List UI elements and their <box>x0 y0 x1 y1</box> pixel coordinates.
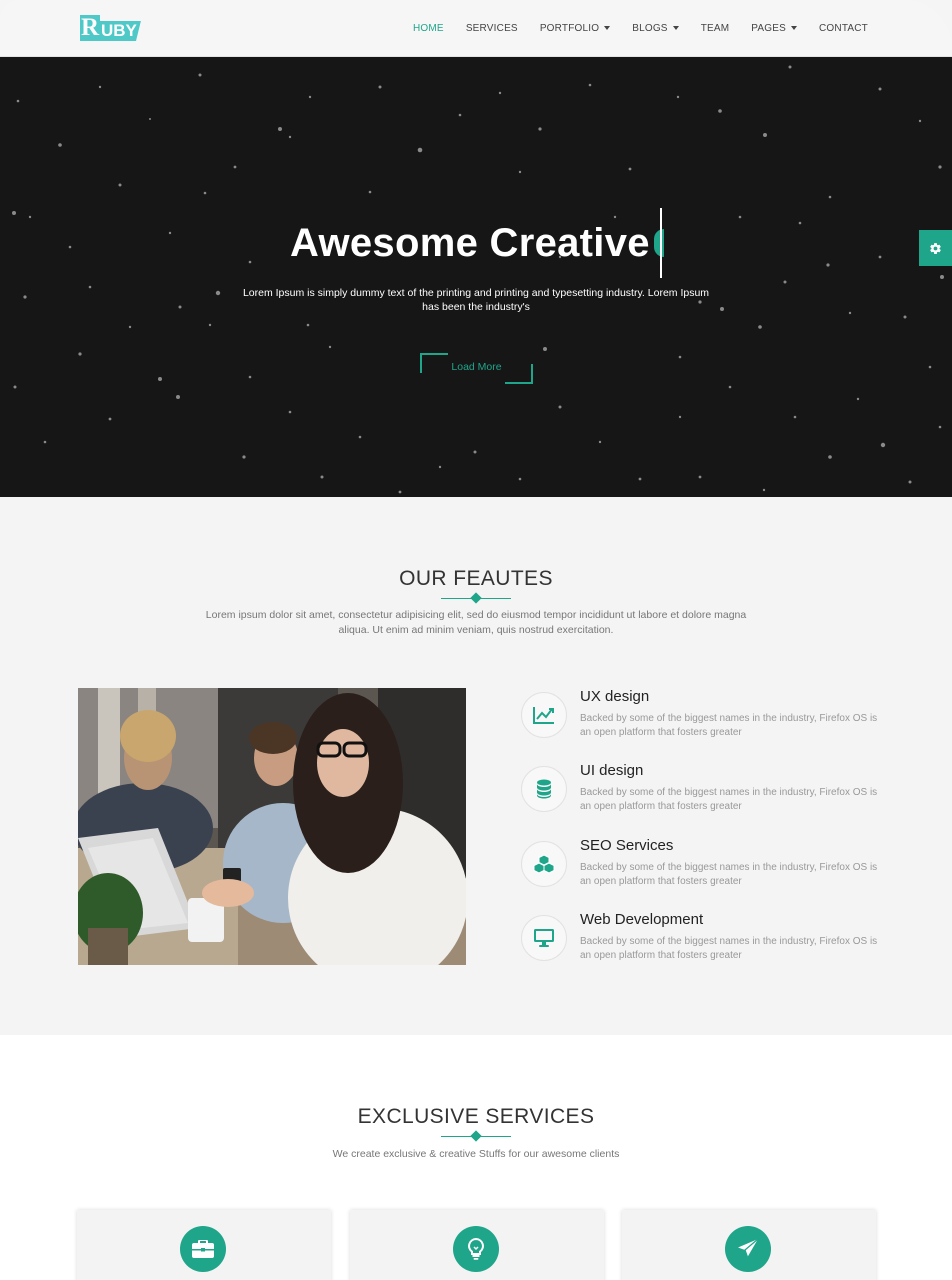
desktop-icon <box>534 929 554 947</box>
nav-label: PORTFOLIO <box>539 22 600 34</box>
caret-down-icon <box>604 26 611 30</box>
service-icon-circle <box>180 1226 226 1272</box>
feature-icon-circle <box>521 766 567 812</box>
nav-item-home[interactable]: HOME <box>413 21 444 35</box>
logo-initial: R <box>80 14 100 41</box>
nav-item-pages[interactable]: PAGES <box>751 21 797 35</box>
lightbulb-icon <box>468 1238 484 1260</box>
feature-icon-circle <box>521 841 567 887</box>
line-chart-icon <box>533 707 554 724</box>
service-icon-circle <box>453 1226 499 1272</box>
caret-down-icon <box>672 26 679 30</box>
hero-title: Awesome Creative <box>290 221 650 265</box>
load-more-button[interactable]: Load More <box>420 353 533 384</box>
load-more-label: Load More <box>451 361 502 373</box>
service-icon-circle <box>725 1226 771 1272</box>
services-section: EXCLUSIVE SERVICES We create exclusive &… <box>0 1035 952 1280</box>
feature-ui-design: UI design Backed by some of the biggest … <box>521 762 881 828</box>
feature-title: Web Development <box>580 911 704 928</box>
feature-text: Backed by some of the biggest names in t… <box>580 936 878 961</box>
hero-text: Lorem Ipsum is simply dummy text of the … <box>242 287 710 313</box>
logo[interactable]: R UBY <box>80 14 150 41</box>
gear-icon <box>930 242 941 254</box>
main-nav: HOME SERVICES PORTFOLIO BLOGS TEAM PAGES… <box>413 21 868 35</box>
title-divider <box>441 594 511 604</box>
nav-label: BLOGS <box>632 22 668 34</box>
logo-text: UBY <box>100 21 141 41</box>
nav-item-blogs[interactable]: BLOGS <box>632 21 679 35</box>
nav-item-portfolio[interactable]: PORTFOLIO <box>539 21 611 35</box>
settings-toggle[interactable] <box>919 230 952 266</box>
features-subtitle: Lorem ipsum dolor sit amet, consectetur … <box>205 609 747 636</box>
nav-label: CONTACT <box>819 22 868 34</box>
typing-highlight <box>654 229 664 257</box>
service-card[interactable] <box>77 1210 331 1280</box>
title-divider <box>441 1132 511 1142</box>
feature-icon-circle <box>521 692 567 738</box>
feature-text: Backed by some of the biggest names in t… <box>580 713 878 738</box>
caret-down-icon <box>791 26 797 30</box>
feature-title: UI design <box>580 762 644 779</box>
services-title: EXCLUSIVE SERVICES <box>357 1105 595 1128</box>
typing-cursor <box>660 208 662 278</box>
nav-item-services[interactable]: SERVICES <box>466 21 518 35</box>
features-section: OUR FEAUTES Lorem ipsum dolor sit amet, … <box>0 497 952 1035</box>
feature-seo-services: SEO Services Backed by some of the bigge… <box>521 837 881 903</box>
nav-label: SERVICES <box>465 22 518 34</box>
cubes-icon <box>533 854 555 874</box>
starfield-background <box>12 65 944 494</box>
feature-title: UX design <box>580 688 650 705</box>
page: R UBY HOME SERVICES PORTFOLIO BLOGS TEAM … <box>0 0 952 1280</box>
nav-label: HOME <box>413 22 444 34</box>
feature-icon-circle <box>521 915 567 961</box>
service-card[interactable] <box>350 1210 604 1280</box>
database-icon <box>537 779 551 799</box>
paper-plane-icon <box>738 1238 759 1258</box>
nav-item-team[interactable]: TEAM <box>701 21 730 35</box>
nav-label: PAGES <box>751 22 786 34</box>
services-subtitle: We create exclusive & creative Stuffs fo… <box>332 1148 620 1160</box>
feature-ux-design: UX design Backed by some of the biggest … <box>521 688 881 754</box>
feature-web-development: Web Development Backed by some of the bi… <box>521 911 881 977</box>
nav-label: TEAM <box>700 22 730 34</box>
nav-item-contact[interactable]: CONTACT <box>819 21 868 35</box>
team-photo <box>78 688 466 965</box>
hero-section: Awesome Creative Lorem Ipsum is simply d… <box>0 57 952 497</box>
service-card[interactable] <box>622 1210 876 1280</box>
feature-text: Backed by some of the biggest names in t… <box>580 787 878 812</box>
features-title: OUR FEAUTES <box>399 567 553 590</box>
feature-title: SEO Services <box>580 837 674 854</box>
header: R UBY HOME SERVICES PORTFOLIO BLOGS TEAM … <box>0 0 952 57</box>
briefcase-icon <box>192 1240 214 1258</box>
office-people-image <box>78 688 466 965</box>
feature-text: Backed by some of the biggest names in t… <box>580 862 878 887</box>
